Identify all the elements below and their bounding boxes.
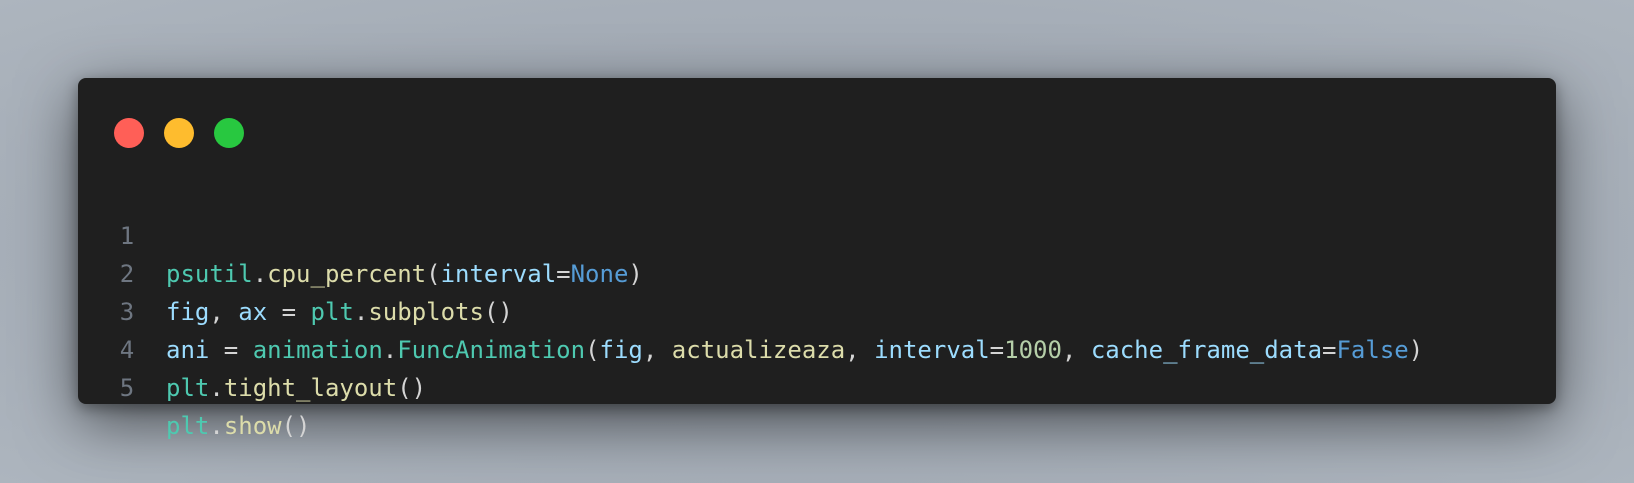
code-token: . — [209, 374, 224, 402]
close-button[interactable] — [114, 118, 144, 148]
window-controls — [114, 118, 244, 148]
code-block: 1 psutil.cpu_percent(interval=None) 2 fi… — [78, 179, 1556, 440]
line-source: plt.show() — [166, 407, 311, 445]
minimize-button[interactable] — [164, 118, 194, 148]
line-number: 5 — [119, 374, 135, 402]
maximize-button[interactable] — [214, 118, 244, 148]
code-line: 3 ani = animation.FuncAnimation(fig, act… — [78, 255, 1556, 364]
line-source: plt.tight_layout() — [166, 369, 426, 407]
code-token: . — [209, 412, 224, 440]
code-line: 4 plt.tight_layout() — [78, 293, 1556, 402]
code-token: () — [397, 374, 427, 402]
code-token: tight_layout — [223, 374, 398, 402]
code-line: 2 fig, ax = plt.subplots() — [78, 217, 1556, 326]
code-token: plt — [166, 412, 210, 440]
code-line: 1 psutil.cpu_percent(interval=None) — [78, 179, 1556, 288]
code-token: () — [281, 412, 311, 440]
code-line: 5 plt.show() — [78, 331, 1556, 440]
code-window: 1 psutil.cpu_percent(interval=None) 2 fi… — [78, 78, 1556, 440]
code-token: show — [223, 412, 282, 440]
code-token: plt — [166, 374, 210, 402]
